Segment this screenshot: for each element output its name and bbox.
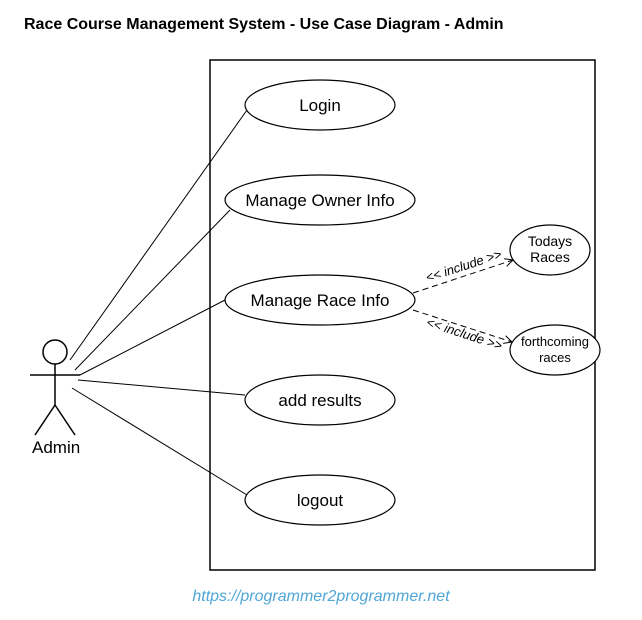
assoc-login — [70, 110, 247, 360]
usecase-logout — [245, 475, 395, 525]
actor-admin — [30, 340, 80, 435]
usecase-forthcoming — [510, 325, 600, 375]
usecase-todays-races — [510, 225, 590, 275]
usecase-add-results — [245, 375, 395, 425]
include-label-1: << include >> — [424, 246, 504, 285]
usecase-manage-owner — [225, 175, 415, 225]
footer-link[interactable]: https://programmer2programmer.net — [192, 588, 449, 606]
include-label-2: << include >> — [425, 314, 505, 353]
actor-label: Admin — [32, 438, 80, 458]
assoc-logout — [72, 388, 247, 495]
assoc-manage-owner — [75, 210, 230, 370]
diagram-canvas: Login Manage Owner Info Manage Race Info… — [0, 0, 642, 620]
assoc-manage-race — [80, 300, 225, 375]
assoc-add-results — [78, 380, 245, 395]
usecase-manage-race — [225, 275, 415, 325]
usecase-login — [245, 80, 395, 130]
